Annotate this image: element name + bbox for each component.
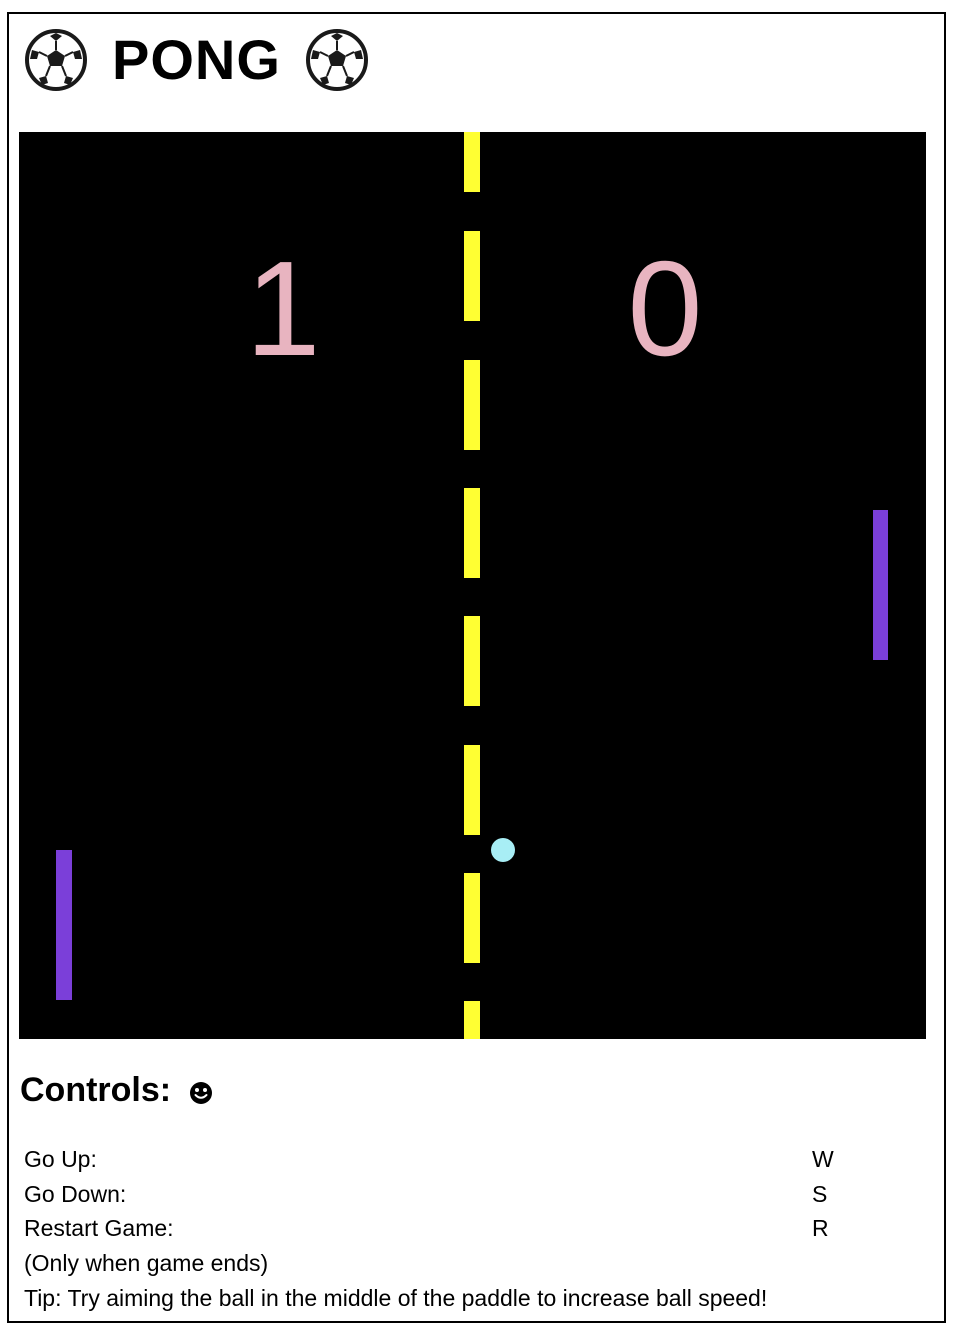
page-title: PONG	[112, 28, 281, 91]
game-canvas[interactable]: 1 0	[19, 132, 926, 1039]
center-line-dash	[464, 873, 480, 963]
restart-note: (Only when game ends)	[24, 1250, 269, 1277]
control-key: W	[812, 1146, 834, 1172]
control-row-go-up: Go Up: W	[24, 1142, 904, 1177]
score-right: 0	[627, 233, 702, 384]
center-line-dash	[464, 360, 480, 450]
game-field: 1 0	[56, 132, 888, 1039]
controls-heading: Controls:	[20, 1068, 213, 1112]
smiley-face-icon	[190, 1082, 213, 1104]
left-paddle	[56, 850, 72, 1000]
center-line-dash	[464, 1001, 480, 1039]
soccer-ball-icon	[25, 29, 87, 91]
right-paddle	[873, 510, 888, 660]
control-key: S	[812, 1180, 828, 1207]
header: PONG	[24, 27, 369, 93]
center-line-dash	[464, 132, 480, 192]
control-key: R	[812, 1215, 829, 1242]
ball	[491, 838, 515, 862]
score-left: 1	[245, 233, 320, 384]
center-line-dash	[464, 616, 480, 706]
center-line-dash	[464, 488, 480, 578]
control-label: Restart Game:	[24, 1215, 174, 1242]
controls-title: Controls:	[20, 1071, 172, 1109]
control-label: Go Down:	[24, 1180, 127, 1207]
controls-list: Go Up: W Go Down: S Restart Game: R (Onl…	[24, 1142, 904, 1315]
center-line-dash	[464, 745, 480, 835]
control-row-go-down: Go Down: S	[24, 1177, 904, 1212]
control-row-restart: Restart Game: R	[24, 1211, 904, 1246]
control-label: Go Up:	[24, 1146, 97, 1172]
center-line	[464, 132, 480, 1039]
soccer-ball-icon	[305, 29, 368, 91]
center-line-dash	[464, 231, 480, 321]
tip-text: Tip: Try aiming the ball in the middle o…	[24, 1284, 768, 1311]
